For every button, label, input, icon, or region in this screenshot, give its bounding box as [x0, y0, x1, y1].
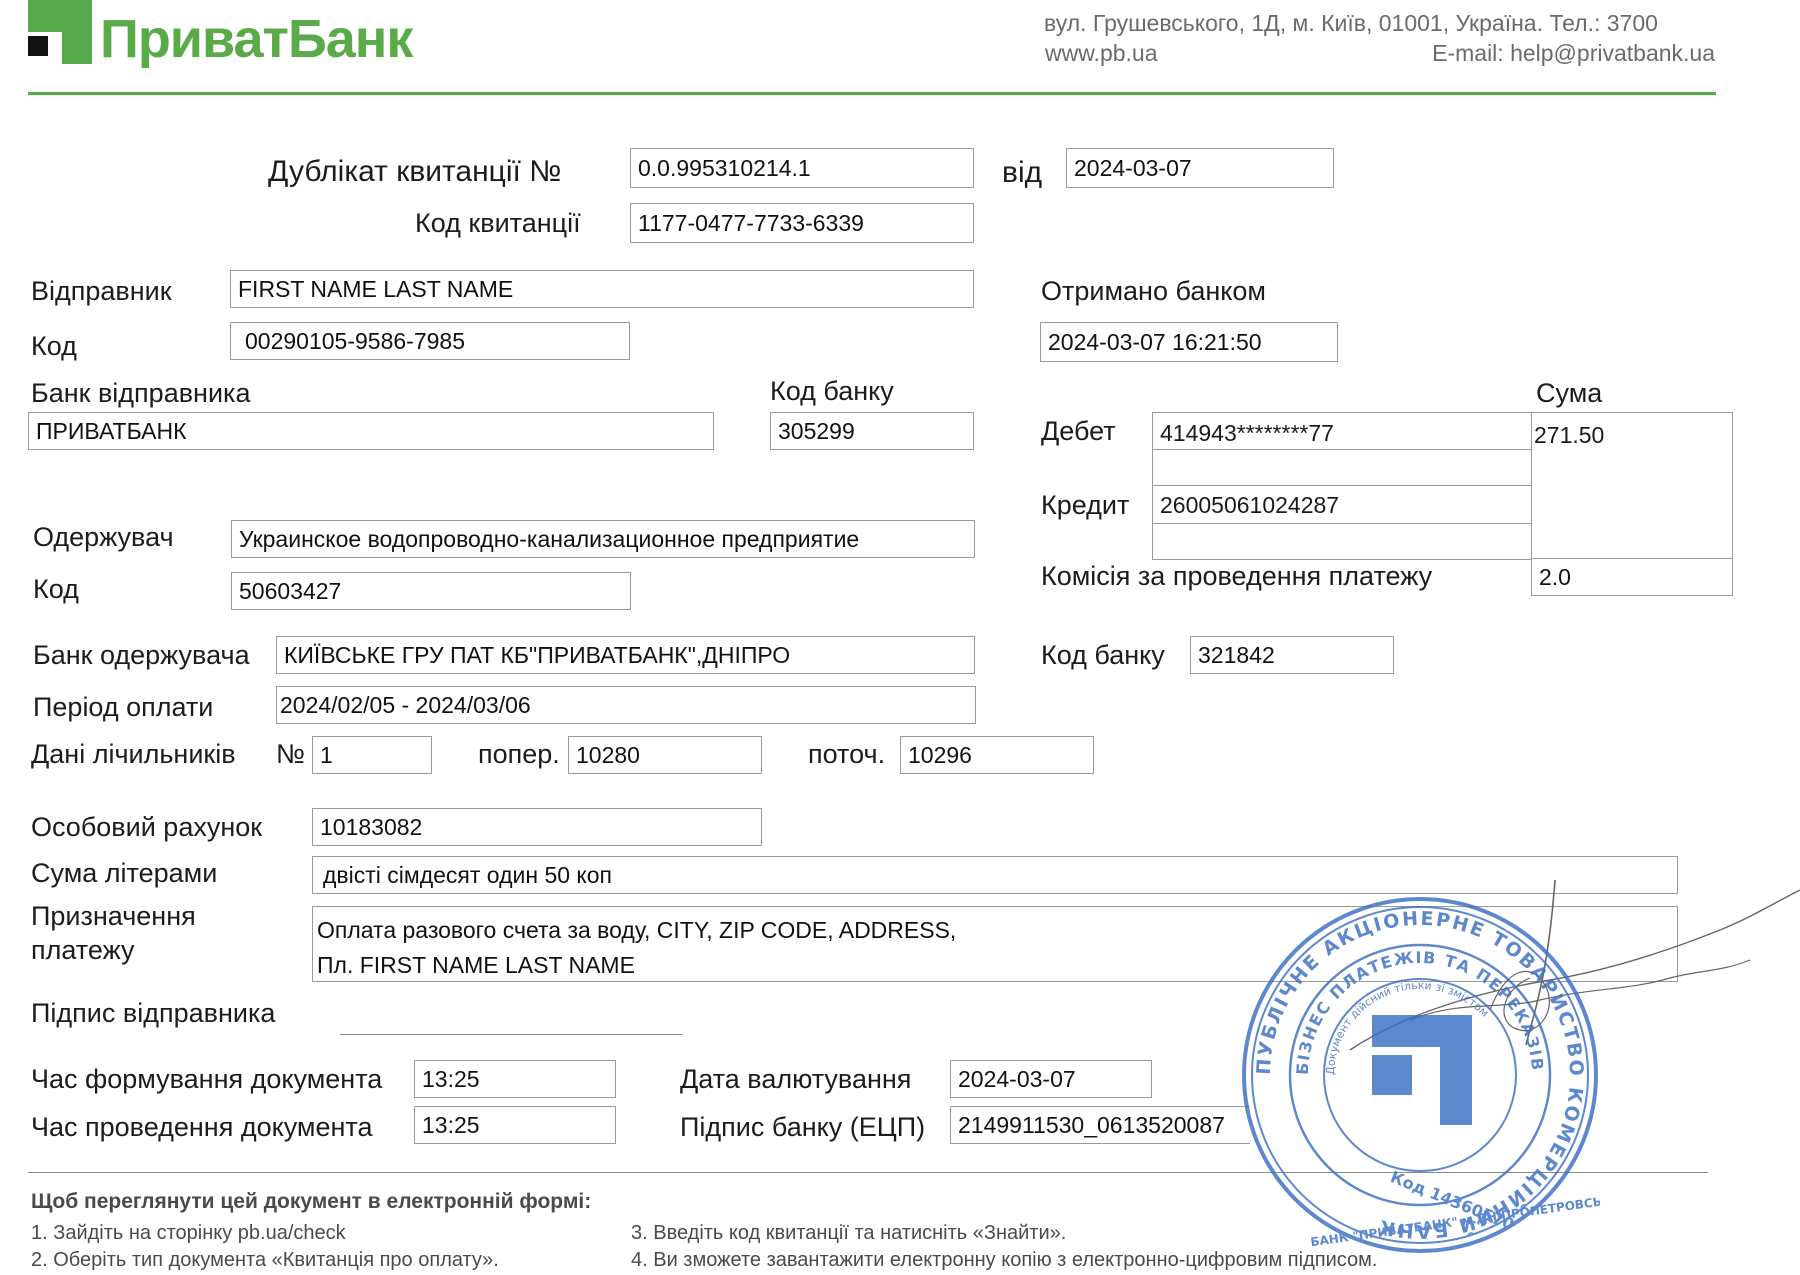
receipt-code-label: Код квитанції [415, 208, 581, 238]
bank-seal-icon: ПУБЛІЧНЕ АКЦІОНЕРНЕ ТОВАРИСТВО КОМЕРЦІЙН… [1242, 897, 1600, 1253]
received-datetime-field: 2024-03-07 16:21:50 [1040, 322, 1338, 362]
period-label: Період оплати [33, 692, 214, 722]
account-label: Особовий рахунок [31, 812, 263, 842]
footer-title: Щоб переглянути цей документ в електронн… [31, 1190, 592, 1213]
purpose-label-line2: платежу [31, 935, 135, 965]
meter-prev-field: 10280 [568, 736, 762, 774]
meter-current-label: поточ. [808, 739, 886, 769]
sum-label: Сума [1536, 378, 1603, 408]
meter-number-label: № [276, 739, 305, 769]
sender-bank-label: Банк відправника [31, 378, 251, 408]
sender-code-field: 00290105-9586-7985 [230, 322, 630, 360]
recipient-bank-field: КИЇВСЬКЕ ГРУ ПАТ КБ"ПРИВАТБАНК",ДНІПРО [276, 636, 975, 674]
privatbank-logo-icon [28, 0, 92, 64]
recipient-label: Одержувач [33, 522, 174, 552]
receipt-title: Дублікат квитанції № [268, 155, 562, 188]
recipient-bank-label: Банк одержувача [33, 640, 250, 670]
bank-signature-label: Підпис банку (ЕЦП) [680, 1112, 926, 1142]
sender-bank-field: ПРИВАТБАНК [28, 412, 714, 450]
footer-step-2: 2. Оберіть тип документа «Квитанція про … [31, 1249, 499, 1271]
meter-prev-label: попер. [478, 739, 560, 769]
debit-card-value: 414943********77 [1160, 420, 1334, 446]
brand-name: ПриватБанк [100, 9, 413, 69]
amount-in-words-label: Сума літерами [31, 858, 218, 888]
formed-time-label: Час формування документа [31, 1064, 383, 1094]
sender-signature-label: Підпис відправника [31, 998, 276, 1028]
sum-value: 271.50 [1534, 422, 1605, 448]
receipt-date-field: 2024-03-07 [1066, 148, 1334, 188]
seal-logo-icon [1372, 1015, 1472, 1125]
sender-name-field: FIRST NAME LAST NAME [230, 270, 974, 308]
sender-code-label: Код [31, 331, 77, 361]
sender-bank-code-field: 305299 [770, 412, 974, 450]
receipt-date-label: від [1002, 156, 1043, 189]
debit-label: Дебет [1041, 416, 1116, 446]
period-field: 2024/02/05 - 2024/03/06 [276, 686, 976, 724]
sender-bank-code-label: Код банку [770, 376, 894, 406]
credit-label: Кредит [1041, 490, 1130, 520]
receipt-code-field: 1177-0477-7733-6339 [630, 203, 974, 243]
meter-number-field: 1 [312, 736, 432, 774]
account-field: 10183082 [312, 808, 762, 846]
recipient-code-label: Код [33, 574, 79, 604]
purpose-label-line1: Призначення [31, 901, 196, 931]
commission-label: Комісія за проведення платежу [1041, 561, 1433, 591]
processed-time-field: 13:25 [414, 1106, 616, 1144]
recipient-bank-code-field: 321842 [1190, 636, 1394, 674]
meter-current-field: 10296 [900, 736, 1094, 774]
value-date-field: 2024-03-07 [950, 1060, 1152, 1098]
recipient-name-field: Украинское водопроводно-канализационное … [231, 520, 975, 558]
processed-time-label: Час проведення документа [31, 1112, 373, 1142]
bank-signature-field: 2149911530_0613520087 [950, 1106, 1250, 1144]
formed-time-field: 13:25 [414, 1060, 616, 1098]
bank-address: вул. Грушевського, 1Д, м. Київ, 01001, У… [1044, 10, 1658, 36]
bank-email[interactable]: E-mail: help@privatbank.ua [1432, 42, 1715, 65]
commission-field: 2.0 [1531, 558, 1733, 596]
header-divider [28, 92, 1716, 95]
footer-step-3: 3. Введіть код квитанції та натисніть «З… [631, 1222, 1067, 1244]
received-label: Отримано банком [1041, 276, 1266, 306]
footer-step-1: 1. Зайдіть на сторінку pb.ua/check [31, 1222, 346, 1244]
sender-label: Відправник [31, 276, 172, 306]
value-date-label: Дата валютування [680, 1064, 912, 1094]
recipient-code-field: 50603427 [231, 572, 631, 610]
sender-signature-line [340, 1034, 682, 1035]
bank-website[interactable]: www.pb.ua [1045, 42, 1158, 65]
credit-account-value: 26005061024287 [1160, 492, 1340, 518]
receipt-number-field: 0.0.995310214.1 [630, 148, 974, 188]
recipient-bank-code-label: Код банку [1041, 640, 1165, 670]
meter-label: Дані лічильників [31, 739, 236, 769]
